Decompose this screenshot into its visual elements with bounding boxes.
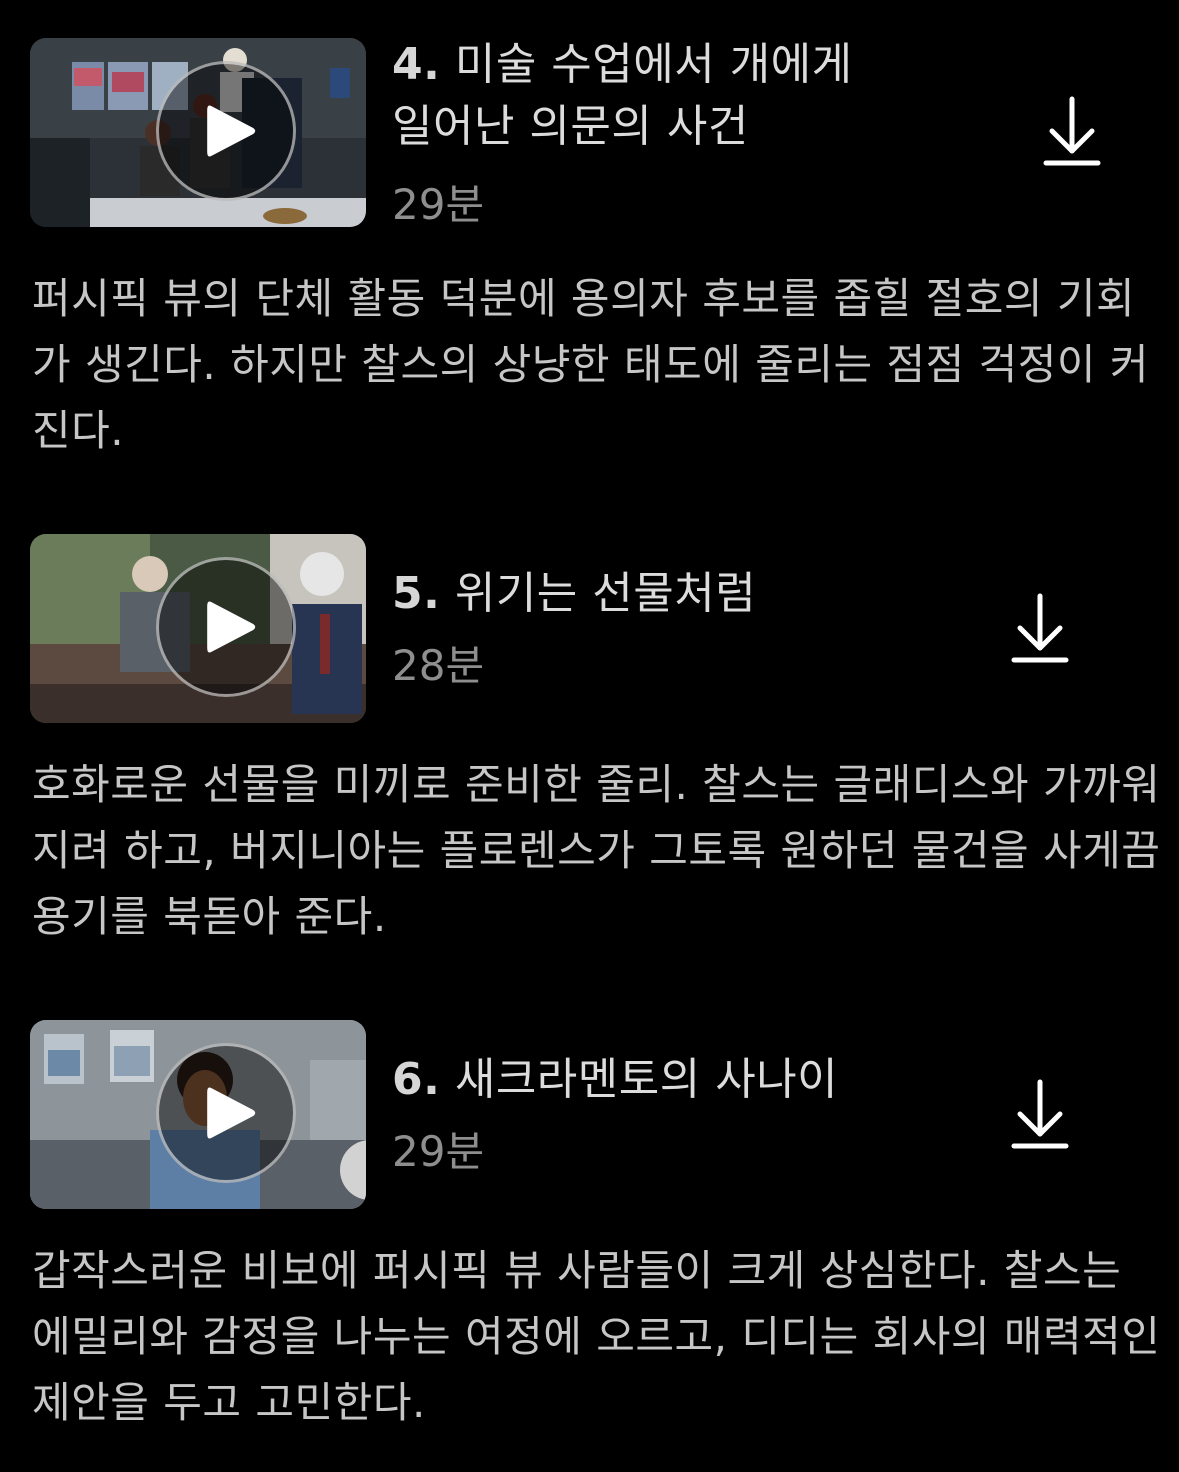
episode-thumbnail[interactable] (30, 1020, 366, 1209)
episode-duration: 29분 (392, 180, 485, 229)
episode-number: 4. (392, 39, 441, 90)
play-icon (207, 601, 256, 653)
episode-title-line1: 미술 수업에서 개에게 (454, 39, 853, 90)
episode-thumbnail[interactable] (30, 38, 366, 227)
episode-description: 갑작스러운 비보에 퍼시픽 뷰 사람들이 크게 상심한다. 찰스는 에밀리와 감… (32, 1246, 1161, 1427)
episode-title-line1: 위기는 선물처럼 (454, 568, 757, 619)
episode-number: 6. (392, 1054, 441, 1105)
download-button[interactable] (1008, 592, 1072, 672)
play-button[interactable] (156, 61, 296, 201)
episode-title: 6. 새크라멘토의 사나이 (392, 1049, 992, 1111)
episode-title-line1: 새크라멘토의 사나이 (454, 1054, 839, 1105)
play-icon (207, 1087, 256, 1139)
episode-title-line2: 일어난 의문의 사건 (392, 101, 749, 152)
play-icon (207, 105, 256, 157)
play-button[interactable] (156, 1043, 296, 1183)
episode-number: 5. (392, 568, 441, 619)
download-icon (1011, 593, 1069, 663)
episode-duration: 28분 (392, 641, 485, 690)
download-button[interactable] (1040, 95, 1104, 175)
episode-title: 4. 미술 수업에서 개에게 일어난 의문의 사건 (392, 34, 992, 158)
download-icon (1043, 96, 1101, 166)
download-icon (1011, 1079, 1069, 1149)
episode-description: 퍼시픽 뷰의 단체 활동 덕분에 용의자 후보를 좁힐 절호의 기회가 생긴다.… (32, 274, 1150, 455)
episode-duration: 29분 (392, 1127, 485, 1176)
episode-thumbnail[interactable] (30, 534, 366, 723)
episode-title: 5. 위기는 선물처럼 (392, 563, 992, 625)
download-button[interactable] (1008, 1078, 1072, 1158)
episode-description: 호화로운 선물을 미끼로 준비한 줄리. 찰스는 글래디스와 가까워지려 하고,… (32, 760, 1161, 941)
play-button[interactable] (156, 557, 296, 697)
